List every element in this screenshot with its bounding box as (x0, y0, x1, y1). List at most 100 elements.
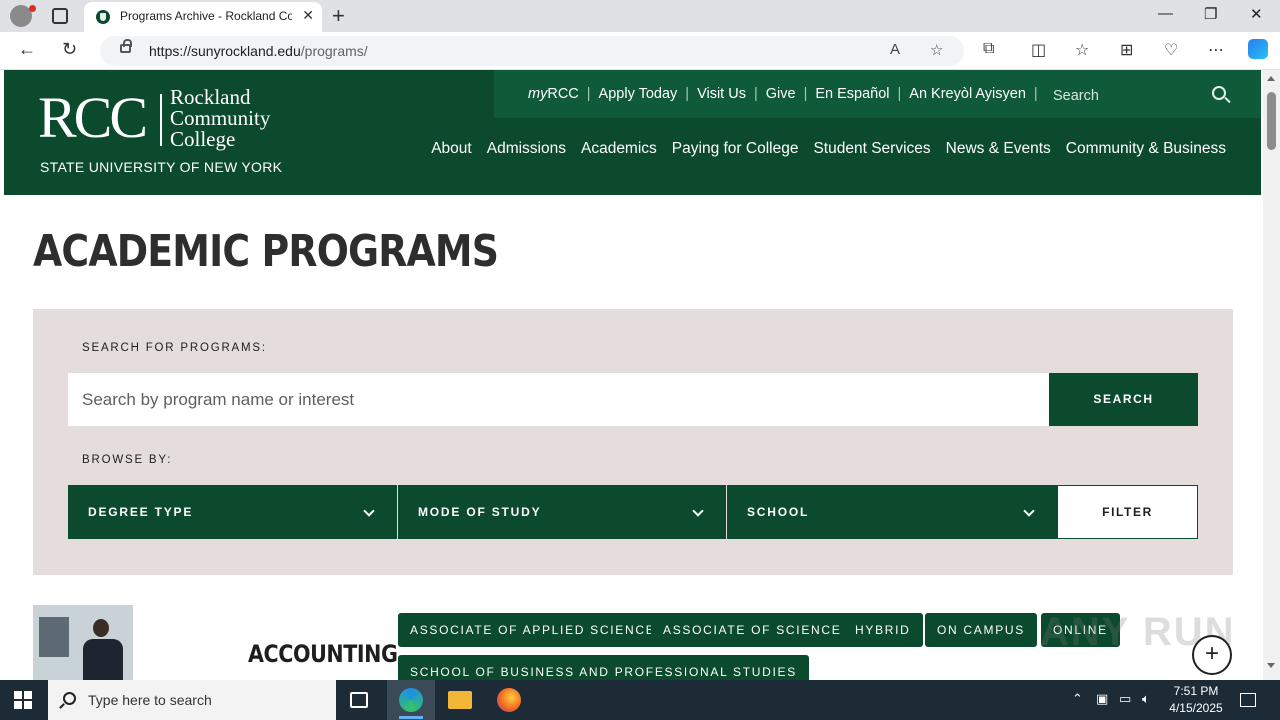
notification-dot (29, 5, 36, 12)
browse-label: BROWSE BY: (82, 454, 173, 466)
chevron-down-icon (692, 505, 704, 517)
reload-icon[interactable]: ↻ (62, 39, 77, 60)
utility-links: myRCC | Apply Today | Visit Us | Give | En Españ… (528, 86, 1038, 102)
logo-college-name[interactable]: Rockland Community College (170, 87, 270, 150)
logo-rcc[interactable]: RCC (38, 88, 148, 148)
lock-icon[interactable] (120, 39, 132, 53)
school-label: SCHOOL (747, 505, 810, 519)
tag-as[interactable]: ASSOCIATE OF SCIENCE (651, 613, 854, 647)
new-tab-icon[interactable]: + (332, 3, 345, 29)
notifications-icon[interactable] (1240, 693, 1256, 707)
browser-tab-active[interactable]: Programs Archive - Rockland Co ✕ (84, 2, 322, 32)
url-bar[interactable]: https://sunyrockland.edu/programs/ A ☆ (100, 36, 964, 66)
page-title: ACADEMIC PROGRAMS (33, 226, 499, 277)
image-person-body (83, 639, 123, 680)
window-close-icon[interactable]: ✕ (1250, 5, 1263, 23)
nav-admissions[interactable]: Admissions (487, 140, 566, 158)
myrcc-link[interactable]: myRCC (528, 86, 579, 102)
apply-today-link[interactable]: Apply Today (599, 86, 678, 102)
search-icon (63, 692, 76, 705)
restore-icon[interactable]: ❐ (1204, 5, 1217, 23)
search-button[interactable]: SEARCH (1049, 373, 1198, 426)
tag-school[interactable]: SCHOOL OF BUSINESS AND PROFESSIONAL STUD… (398, 655, 809, 680)
program-search-panel: SEARCH FOR PROGRAMS: SEARCH BROWSE BY: D… (33, 309, 1233, 575)
site-header: RCC Rockland Community College STATE UNI… (4, 70, 1261, 195)
search-label: SEARCH FOR PROGRAMS: (82, 342, 267, 354)
tab-title: Programs Archive - Rockland Co (120, 9, 292, 23)
browser-essentials-icon[interactable]: ♡ (1164, 40, 1178, 60)
scroll-up-icon[interactable] (1267, 76, 1275, 81)
page-viewport: RCC Rockland Community College STATE UNI… (0, 70, 1280, 680)
tab-actions-icon[interactable] (52, 8, 68, 24)
image-monitor (39, 617, 69, 657)
image-person-head (93, 619, 109, 637)
scroll-down-icon[interactable] (1267, 663, 1275, 668)
minimize-icon[interactable]: — (1158, 5, 1173, 22)
degree-type-dropdown[interactable]: DEGREE TYPE (68, 485, 397, 539)
taskbar-search-placeholder: Type here to search (88, 692, 212, 708)
main-nav: About Admissions Academics Paying for Co… (431, 140, 1226, 158)
tag-aas[interactable]: ASSOCIATE OF APPLIED SCIENCE (398, 613, 668, 647)
mode-of-study-label: MODE OF STUDY (418, 505, 542, 519)
kreyol-link[interactable]: An Kreyòl Ayisyen (909, 86, 1026, 102)
extensions-icon[interactable]: ⧉ (983, 40, 994, 58)
url-text[interactable]: https://sunyrockland.edu/programs/ (149, 43, 368, 59)
nav-community-business[interactable]: Community & Business (1066, 140, 1226, 158)
edge-icon[interactable] (399, 688, 423, 712)
split-screen-icon[interactable]: ◫ (1031, 40, 1046, 60)
give-link[interactable]: Give (766, 86, 796, 102)
collections-icon[interactable]: ⊞ (1120, 40, 1133, 60)
mode-of-study-dropdown[interactable]: MODE OF STUDY (398, 485, 726, 539)
logo-divider (160, 94, 162, 146)
page-scrollbar[interactable] (1263, 70, 1280, 680)
windows-taskbar: Type here to search ⌃ ▣ ▭ 🔈︎ 7:51 PM 4/1… (0, 680, 1280, 720)
clock-time: 7:51 PM (1173, 684, 1219, 698)
tab-close-icon[interactable]: ✕ (302, 7, 314, 24)
clock-date: 4/15/2025 (1169, 701, 1223, 715)
tag-hybrid[interactable]: HYBRID (843, 613, 923, 647)
program-title[interactable]: ACCOUNTING (248, 640, 398, 668)
file-explorer-icon[interactable] (448, 691, 472, 709)
read-aloud-icon[interactable]: A (890, 41, 900, 58)
firefox-icon[interactable] (497, 688, 521, 712)
nav-paying-for-college[interactable]: Paying for College (672, 140, 799, 158)
chevron-down-icon (1023, 505, 1035, 517)
expand-plus-button[interactable]: + (1192, 635, 1232, 675)
logo-suny: STATE UNIVERSITY OF NEW YORK (40, 159, 283, 175)
logo-name-line-1: Rockland (170, 85, 251, 109)
site-search-input[interactable]: Search (1053, 88, 1099, 104)
volume-icon[interactable]: 🔈︎ (1142, 691, 1150, 707)
school-dropdown[interactable]: SCHOOL (727, 485, 1057, 539)
task-view-icon[interactable] (350, 692, 368, 708)
copilot-icon[interactable] (1248, 39, 1268, 59)
tray-device-icon[interactable]: ▣ (1096, 691, 1108, 707)
visit-us-link[interactable]: Visit Us (697, 86, 746, 102)
browser-tab-bar: Programs Archive - Rockland Co ✕ + — ❐ ✕ (0, 0, 1280, 32)
search-icon[interactable] (1212, 86, 1226, 100)
more-menu-icon[interactable]: ⋯ (1208, 40, 1224, 60)
logo-name-line-3: College (170, 127, 236, 151)
program-image-accounting[interactable] (33, 605, 133, 680)
espanol-link[interactable]: En Español (815, 86, 889, 102)
back-icon[interactable]: ← (18, 39, 36, 60)
logo-name-line-2: Community (170, 106, 271, 130)
nav-academics[interactable]: Academics (581, 140, 657, 158)
favorite-star-icon[interactable]: ☆ (930, 41, 943, 59)
site-favicon-icon (96, 10, 110, 24)
nav-student-services[interactable]: Student Services (813, 140, 930, 158)
favorites-icon[interactable]: ☆ (1075, 40, 1089, 60)
scroll-thumb[interactable] (1267, 92, 1276, 150)
taskbar-clock[interactable]: 7:51 PM 4/15/2025 (1166, 683, 1226, 717)
network-icon[interactable]: ▭ (1119, 691, 1131, 707)
utility-bar: myRCC | Apply Today | Visit Us | Give | En Españ… (494, 70, 1261, 118)
tag-on-campus[interactable]: ON CAMPUS (925, 613, 1037, 647)
nav-about[interactable]: About (431, 140, 472, 158)
chevron-down-icon (363, 505, 375, 517)
taskbar-search-box[interactable]: Type here to search (48, 680, 336, 720)
degree-type-label: DEGREE TYPE (88, 505, 194, 519)
windows-start-icon[interactable] (14, 691, 32, 709)
nav-news-events[interactable]: News & Events (946, 140, 1051, 158)
program-search-input[interactable] (68, 373, 1049, 426)
tray-chevron-icon[interactable]: ⌃ (1072, 691, 1083, 707)
filter-button[interactable]: FILTER (1057, 485, 1198, 539)
